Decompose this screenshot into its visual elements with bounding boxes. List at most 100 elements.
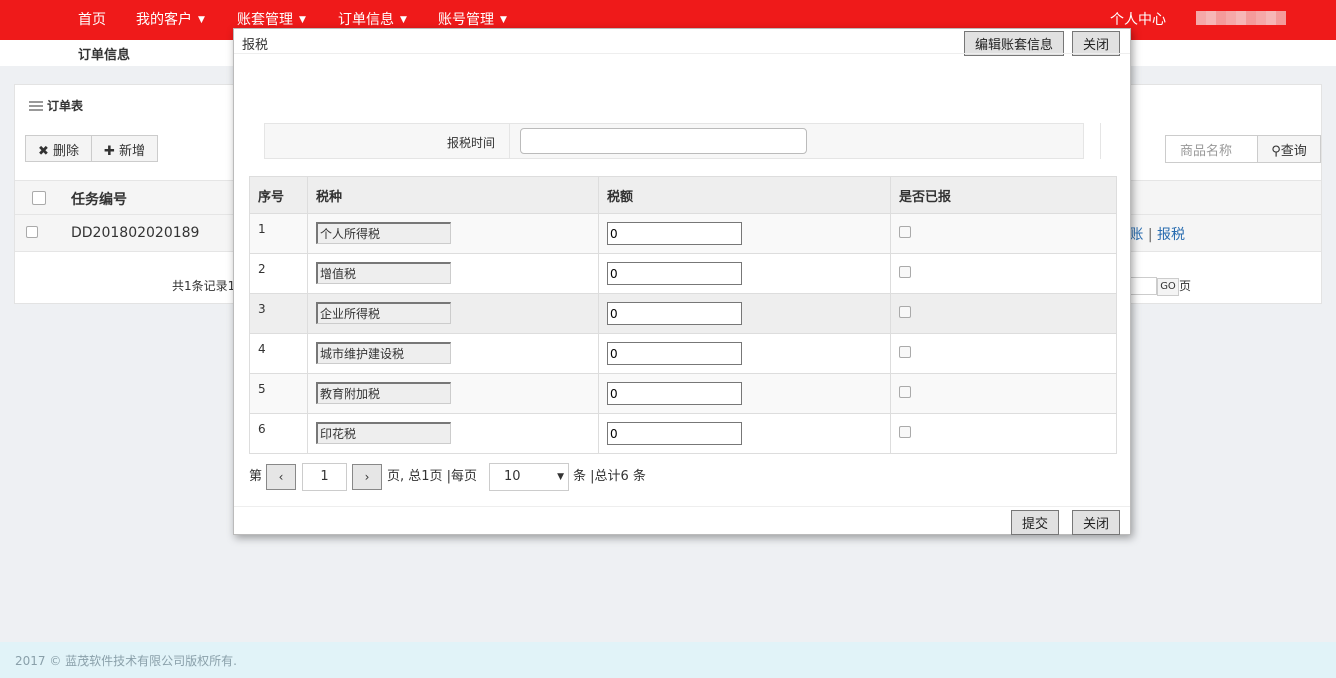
tax-type-field: 教育附加税: [316, 382, 451, 404]
tax-time-row: 报税时间: [264, 123, 1084, 159]
breadcrumb: 订单信息: [78, 48, 131, 63]
table-row: 3 企业所得税: [249, 293, 1117, 334]
caret-down-icon: ▼: [198, 15, 205, 25]
page-number-input[interactable]: 1: [302, 463, 347, 491]
dialog-title: 报税: [242, 38, 269, 53]
reported-checkbox[interactable]: [899, 426, 911, 438]
tax-type-field: 印花税: [316, 422, 451, 444]
caret-down-icon: ▼: [500, 15, 507, 25]
tax-type-cell: 城市维护建设税: [307, 333, 599, 374]
tax-link[interactable]: 报税: [1157, 227, 1185, 243]
user-name-redacted[interactable]: [1196, 11, 1286, 25]
reported-cell: [890, 333, 1117, 374]
row-no-text: 5: [258, 382, 266, 396]
divider: [234, 506, 1130, 507]
tax-time-input[interactable]: [520, 128, 807, 154]
row-actions: 账 | 报税: [1129, 224, 1185, 244]
close-button-bottom[interactable]: 关闭: [1072, 510, 1121, 535]
copyright: 2017 © 蓝茂软件技术有限公司版权所有.: [15, 654, 237, 668]
row-no: 1: [249, 213, 308, 254]
panel-title-text: 订单表: [47, 99, 84, 113]
panel-title: 订单表: [29, 97, 83, 114]
pager-total-text: 条 |总计6 条: [573, 469, 646, 484]
pager-prefix: 第: [249, 469, 263, 484]
nav-my-customers-label: 我的客户: [136, 12, 192, 28]
reported-cell: [890, 413, 1117, 454]
page-suffix: 页: [1178, 279, 1191, 293]
nav-home[interactable]: 首页: [78, 9, 106, 29]
tax-type-field: 个人所得税: [316, 222, 451, 244]
nav-account-mgmt[interactable]: 账号管理 ▼: [438, 9, 507, 29]
nav-my-customers[interactable]: 我的客户 ▼: [136, 9, 205, 29]
tax-amount-input[interactable]: [607, 342, 742, 365]
nav-order-info-label: 订单信息: [338, 12, 394, 28]
row-no-text: 6: [258, 422, 266, 436]
reported-cell: [890, 213, 1117, 254]
ledger-link[interactable]: 账: [1129, 227, 1143, 243]
search-button[interactable]: ⚲查询: [1257, 135, 1321, 163]
add-button[interactable]: ✚ 新增: [92, 135, 159, 162]
table-row: 5 教育附加税: [249, 373, 1117, 414]
tax-type-cell: 教育附加税: [307, 373, 599, 414]
nav-personal-center[interactable]: 个人中心: [1110, 9, 1166, 29]
tax-amount-input[interactable]: [607, 422, 742, 445]
tax-time-label: 报税时间: [446, 136, 495, 150]
task-no-cell: DD201802020189: [71, 225, 200, 241]
nav-account-mgmt-label: 账号管理: [438, 12, 494, 28]
reported-checkbox[interactable]: [899, 266, 911, 278]
link-separator: |: [1143, 227, 1157, 243]
select-all-checkbox[interactable]: [32, 191, 46, 205]
amount-cell: [598, 333, 891, 374]
search-input[interactable]: 商品名称: [1165, 135, 1257, 163]
nav-home-label: 首页: [78, 12, 106, 28]
reported-cell: [890, 373, 1117, 414]
reported-checkbox[interactable]: [899, 306, 911, 318]
reported-checkbox[interactable]: [899, 386, 911, 398]
pager-pages-text: 页, 总1页 |每页: [387, 469, 478, 484]
divider: [1100, 123, 1101, 159]
col-tax-type: 税种: [307, 176, 599, 214]
nav-order-info[interactable]: 订单信息 ▼: [338, 9, 407, 29]
tax-amount-input[interactable]: [607, 262, 742, 285]
tax-type-cell: 企业所得税: [307, 293, 599, 334]
page-size-select[interactable]: 10 ▼: [489, 463, 569, 491]
caret-down-icon: ▼: [557, 472, 564, 482]
row-no-text: 2: [258, 262, 266, 276]
search-icon: ⚲: [1271, 143, 1281, 159]
search-button-label: 查询: [1280, 143, 1307, 159]
delete-button[interactable]: ✖ 删除: [25, 135, 93, 162]
amount-cell: [598, 413, 891, 454]
prev-page-button[interactable]: ‹: [266, 464, 296, 490]
go-button[interactable]: GO: [1157, 278, 1179, 296]
tax-amount-input[interactable]: [607, 222, 742, 245]
page-size-value: 10: [504, 469, 521, 484]
tax-type-field: 城市维护建设税: [316, 342, 451, 364]
records-count: 共1条记录1: [172, 279, 236, 293]
nav-account-set-mgmt[interactable]: 账套管理 ▼: [237, 9, 306, 29]
row-no: 5: [249, 373, 308, 414]
col-reported: 是否已报: [890, 176, 1117, 214]
row-checkbox[interactable]: [26, 226, 38, 238]
reported-checkbox[interactable]: [899, 226, 911, 238]
row-no-text: 1: [258, 222, 266, 236]
table-row: 6 印花税: [249, 413, 1117, 454]
row-no: 4: [249, 333, 308, 374]
nav-account-set-mgmt-label: 账套管理: [237, 12, 293, 28]
tax-amount-input[interactable]: [607, 302, 742, 325]
reported-cell: [890, 293, 1117, 334]
next-page-button[interactable]: ›: [352, 464, 382, 490]
caret-down-icon: ▼: [400, 15, 407, 25]
reported-checkbox[interactable]: [899, 346, 911, 358]
tax-dialog: 报税 编辑账套信息 关闭 报税时间 序号 税种 税额 是否已报 1个人所得税2增…: [233, 28, 1131, 535]
tax-amount-input[interactable]: [607, 382, 742, 405]
footer: 2017 © 蓝茂软件技术有限公司版权所有.: [0, 642, 1336, 678]
table-row: 4 城市维护建设税: [249, 333, 1117, 374]
page-jump-input[interactable]: [1127, 277, 1157, 295]
col-no: 序号: [249, 176, 308, 214]
amount-cell: [598, 213, 891, 254]
list-icon: [29, 101, 43, 111]
table-row: 2 增值税: [249, 253, 1117, 294]
row-no-text: 3: [258, 302, 266, 316]
tax-type-cell: 个人所得税: [307, 213, 599, 254]
submit-button[interactable]: 提交: [1011, 510, 1060, 535]
